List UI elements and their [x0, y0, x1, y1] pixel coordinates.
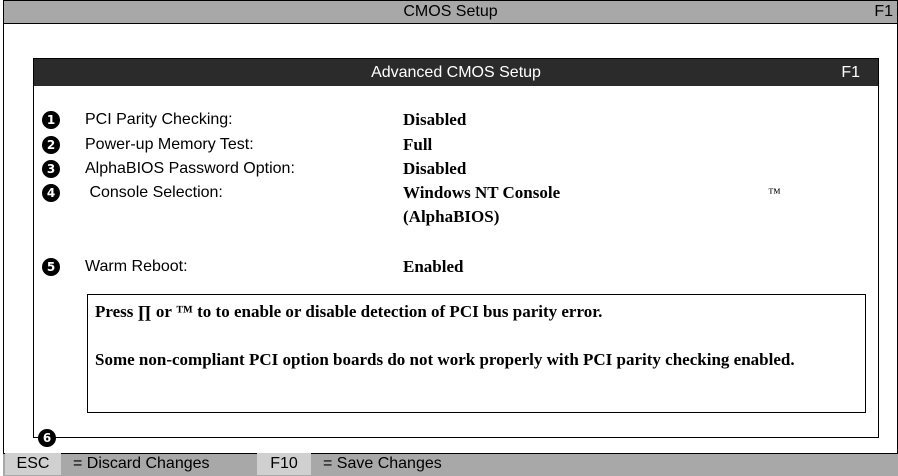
setting-label: AlphaBIOS Password Option: — [85, 160, 295, 177]
setting-value[interactable]: Enabled — [403, 255, 463, 279]
callout-marker-1: 1 — [42, 111, 60, 129]
callout-marker-5: 5 — [42, 258, 60, 276]
esc-key[interactable]: ESC — [5, 453, 61, 475]
f10-description: = Save Changes — [323, 455, 442, 472]
window-title: CMOS Setup — [403, 3, 498, 20]
footer-key-bar: ESC = Discard Changes F10 = Save Changes — [3, 453, 898, 476]
panel-help-key[interactable]: F1 — [841, 59, 860, 86]
setting-pci-parity[interactable]: 1 PCI Parity Checking: Disabled — [34, 108, 878, 134]
f10-key[interactable]: F10 — [257, 453, 311, 475]
setting-value[interactable]: Windows NT Console — [403, 181, 560, 205]
window-help-key[interactable]: F1 — [874, 1, 893, 23]
setting-warm-reboot[interactable]: 5 Warm Reboot: Enabled — [34, 255, 878, 281]
setting-password-option[interactable]: 3 AlphaBIOS Password Option: Disabled — [34, 157, 878, 183]
window-title-bar: CMOS Setup F1 — [4, 0, 897, 24]
panel-header: Advanced CMOS Setup F1 — [34, 59, 878, 86]
help-text-box: Press ∏ or ™ to to enable or disable det… — [87, 294, 866, 413]
setting-label: PCI Parity Checking: — [85, 111, 233, 128]
setting-label: Console Selection: — [85, 184, 223, 201]
panel-title: Advanced CMOS Setup — [371, 64, 541, 81]
setting-value[interactable]: Disabled — [403, 108, 466, 132]
callout-marker-6: 6 — [38, 429, 56, 447]
setting-value-line2: (AlphaBIOS) — [403, 207, 500, 226]
setting-value[interactable]: Full — [403, 133, 432, 157]
setting-memory-test[interactable]: 2 Power-up Memory Test: Full — [34, 133, 878, 159]
advanced-cmos-panel: Advanced CMOS Setup F1 1 PCI Parity Chec… — [33, 58, 879, 438]
help-line-1: Press ∏ or ™ to to enable or disable det… — [95, 302, 603, 321]
callout-marker-3: 3 — [42, 160, 60, 178]
help-line-2: Some non-compliant PCI option boards do … — [95, 350, 795, 369]
setting-console-selection[interactable]: 4 Console Selection: Windows NT Console … — [34, 181, 878, 231]
callout-marker-4: 4 — [42, 184, 60, 202]
esc-description: = Discard Changes — [73, 455, 210, 472]
callout-marker-2: 2 — [42, 136, 60, 154]
setting-label: Warm Reboot: — [85, 258, 188, 275]
dropdown-arrow-icon[interactable]: ™ — [768, 181, 781, 205]
cmos-setup-window: CMOS Setup F1 Advanced CMOS Setup F1 1 P… — [3, 0, 898, 476]
setting-value[interactable]: Disabled — [403, 157, 466, 181]
setting-label: Power-up Memory Test: — [85, 136, 254, 153]
